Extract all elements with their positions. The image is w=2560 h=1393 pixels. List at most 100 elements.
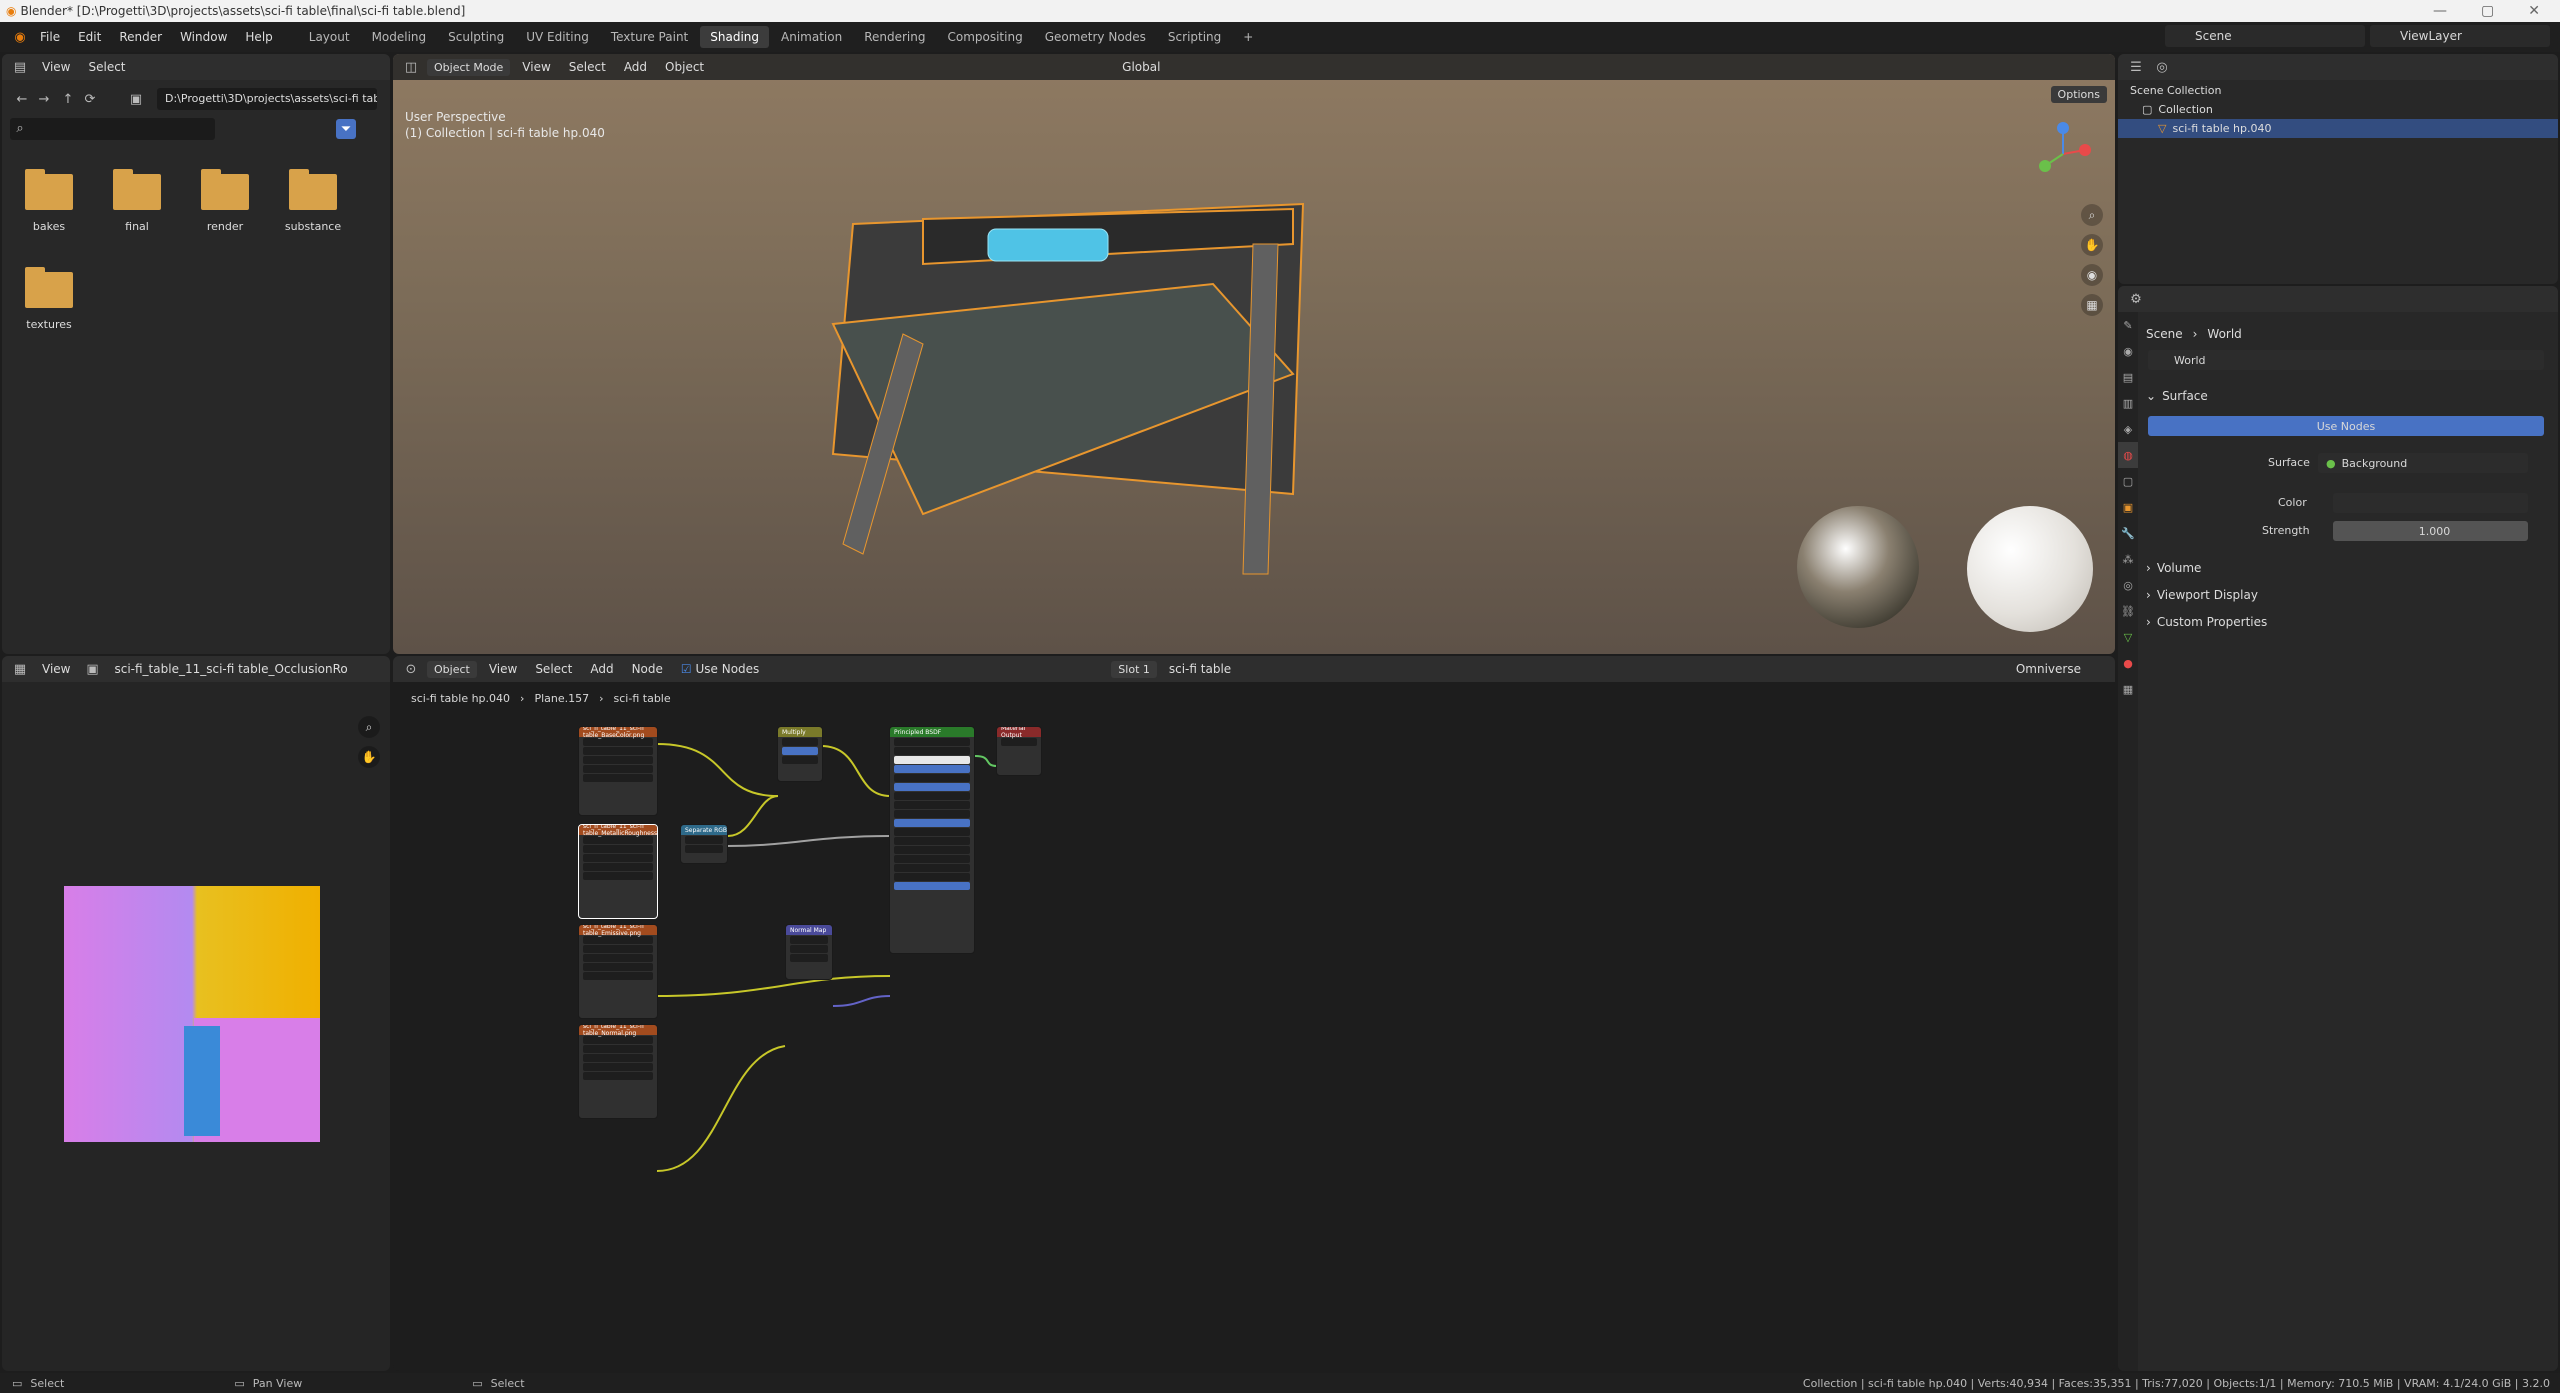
tool-tab-icon[interactable]: ✎ xyxy=(2118,312,2138,338)
editor-type-icon[interactable]: ▤ xyxy=(10,57,30,77)
close-icon[interactable]: ✕ xyxy=(2528,3,2540,19)
normal-map-node[interactable]: Normal Map xyxy=(785,924,833,980)
editor-type-icon[interactable]: ◫ xyxy=(401,57,421,77)
menu-edit[interactable]: Edit xyxy=(70,27,109,47)
tab-scripting[interactable]: Scripting xyxy=(1158,26,1231,48)
output-tab-icon[interactable]: ▤ xyxy=(2118,364,2138,390)
filter-search-input[interactable]: ⌕ xyxy=(10,118,215,140)
folder-textures[interactable]: textures xyxy=(14,267,84,331)
surface-shader-field[interactable]: ● Background xyxy=(2318,453,2528,473)
editor-type-icon[interactable]: ☰ xyxy=(2126,57,2146,77)
principled-bsdf-node[interactable]: Principled BSDF xyxy=(889,726,975,954)
tab-animation[interactable]: Animation xyxy=(771,26,852,48)
editor-type-icon[interactable]: ⚙ xyxy=(2126,289,2146,309)
camera-icon[interactable]: ◉ xyxy=(2081,264,2103,286)
strength-field[interactable]: 1.000 xyxy=(2333,521,2528,541)
color-field[interactable] xyxy=(2333,493,2528,513)
tab-shading[interactable]: Shading xyxy=(700,26,769,48)
view-layer-tab-icon[interactable]: ▥ xyxy=(2118,390,2138,416)
image-name-field[interactable]: sci-fi_table_11_sci-fi table_OcclusionRo xyxy=(108,660,353,678)
multiply-node[interactable]: Multiply xyxy=(777,726,823,782)
options-button[interactable]: Options xyxy=(2050,86,2107,103)
custom-properties-panel-header[interactable]: › Custom Properties xyxy=(2138,610,2552,634)
object-tab-icon[interactable]: ▣ xyxy=(2118,494,2138,520)
tab-texture-paint[interactable]: Texture Paint xyxy=(601,26,698,48)
maximize-icon[interactable]: ▢ xyxy=(2481,3,2494,19)
image-texture-node-metallic[interactable]: sci_fi_table_11_sci-fi table_MetallicRou… xyxy=(578,824,658,919)
new-folder-icon[interactable]: ▣ xyxy=(126,89,146,109)
parent-dir-icon[interactable]: ↑ xyxy=(58,89,78,109)
display-mode-icon[interactable]: ◎ xyxy=(2152,57,2172,77)
forward-arrow-icon[interactable]: → xyxy=(34,89,54,109)
fb-menu-view[interactable]: View xyxy=(36,58,76,76)
viewport-display-panel-header[interactable]: › Viewport Display xyxy=(2138,583,2552,607)
vp-menu-object[interactable]: Object xyxy=(659,58,710,76)
surface-panel-header[interactable]: ⌄ Surface xyxy=(2138,384,2552,408)
constraints-tab-icon[interactable]: ⛓ xyxy=(2118,598,2138,624)
tab-geometry-nodes[interactable]: Geometry Nodes xyxy=(1035,26,1156,48)
mode-dropdown[interactable]: Object Mode xyxy=(427,58,511,76)
shader-node-editor[interactable]: ⊙ Object View Select Add Node ☑ Use Node… xyxy=(393,656,2115,1371)
outliner-row-object[interactable]: ▽ sci-fi table hp.040 xyxy=(2118,119,2558,138)
add-workspace-icon[interactable]: + xyxy=(1233,26,1263,48)
grid-icon[interactable]: ▦ xyxy=(2081,294,2103,316)
pan-hand-icon[interactable]: ✋ xyxy=(358,746,380,768)
minimize-icon[interactable]: — xyxy=(2433,3,2447,19)
path-field[interactable]: D:\Progetti\3D\projects\assets\sci-fi ta… xyxy=(157,88,377,110)
menu-help[interactable]: Help xyxy=(237,27,280,47)
navigation-gizmo[interactable] xyxy=(2023,114,2103,194)
material-output-node[interactable]: Material Output xyxy=(996,726,1042,776)
refresh-icon[interactable]: ⟳ xyxy=(80,89,100,109)
fb-menu-select[interactable]: Select xyxy=(82,58,131,76)
image-texture-node-basecolor[interactable]: sci_fi_table_11_sci-fi table_BaseColor.p… xyxy=(578,726,658,816)
folder-bakes[interactable]: bakes xyxy=(14,169,84,233)
volume-panel-header[interactable]: › Volume xyxy=(2138,556,2552,580)
tab-layout[interactable]: Layout xyxy=(299,26,360,48)
world-tab-icon[interactable]: ◍ xyxy=(2118,442,2138,468)
vp-menu-view[interactable]: View xyxy=(516,58,556,76)
image-texture-node-normal[interactable]: sci_fi_table_11_sci-fi table_Normal.png xyxy=(578,1024,658,1119)
separate-rgb-node[interactable]: Separate RGB xyxy=(680,824,728,864)
outliner-row-collection[interactable]: ▢ Collection xyxy=(2118,100,2558,119)
transform-orientation-dropdown[interactable]: Global xyxy=(1116,58,1166,76)
zoom-icon[interactable]: ⌕ xyxy=(2081,204,2103,226)
modifier-tab-icon[interactable]: 🔧 xyxy=(2118,520,2138,546)
image-browse-icon[interactable]: ▣ xyxy=(82,659,102,679)
3d-viewport[interactable]: ◫ Object Mode View Select Add Object Glo… xyxy=(393,54,2115,654)
physics-tab-icon[interactable]: ◎ xyxy=(2118,572,2138,598)
menu-file[interactable]: File xyxy=(32,27,68,47)
tab-sculpting[interactable]: Sculpting xyxy=(438,26,514,48)
tab-rendering[interactable]: Rendering xyxy=(854,26,935,48)
back-arrow-icon[interactable]: ← xyxy=(12,89,32,109)
folder-substance[interactable]: substance xyxy=(278,169,348,233)
menu-window[interactable]: Window xyxy=(172,27,235,47)
tab-modeling[interactable]: Modeling xyxy=(362,26,437,48)
image-texture-node-emissive[interactable]: sci_fi_table_11_sci-fi table_Emissive.pn… xyxy=(578,924,658,1019)
folder-render[interactable]: render xyxy=(190,169,260,233)
zoom-icon[interactable]: ⌕ xyxy=(358,716,380,738)
world-datablock-field[interactable]: World xyxy=(2148,350,2544,370)
folder-final[interactable]: final xyxy=(102,169,172,233)
particles-tab-icon[interactable]: ⁂ xyxy=(2118,546,2138,572)
ie-menu-view[interactable]: View xyxy=(36,660,76,678)
outliner-row-scene-collection[interactable]: Scene Collection xyxy=(2118,81,2558,100)
view-layer-selector[interactable]: ViewLayer xyxy=(2370,25,2550,47)
tab-uv-editing[interactable]: UV Editing xyxy=(516,26,599,48)
vp-menu-select[interactable]: Select xyxy=(563,58,612,76)
scene-tab-icon[interactable]: ◈ xyxy=(2118,416,2138,442)
collection-tab-icon[interactable]: ▢ xyxy=(2118,468,2138,494)
editor-type-icon[interactable]: ▦ xyxy=(10,659,30,679)
texture-tab-icon[interactable]: ▦ xyxy=(2118,676,2138,702)
blender-menu-icon[interactable]: ◉ xyxy=(10,27,30,47)
filter-icon[interactable]: ⏷ xyxy=(336,119,356,139)
pan-hand-icon[interactable]: ✋ xyxy=(2081,234,2103,256)
render-tab-icon[interactable]: ◉ xyxy=(2118,338,2138,364)
vp-menu-add[interactable]: Add xyxy=(618,58,653,76)
menu-render[interactable]: Render xyxy=(111,27,170,47)
data-tab-icon[interactable]: ▽ xyxy=(2118,624,2138,650)
sci-fi-table-model[interactable] xyxy=(733,134,1393,614)
scene-selector[interactable]: Scene xyxy=(2165,25,2365,47)
use-nodes-button[interactable]: Use Nodes xyxy=(2148,416,2544,436)
tab-compositing[interactable]: Compositing xyxy=(937,26,1032,48)
material-tab-icon[interactable]: ● xyxy=(2118,650,2138,676)
